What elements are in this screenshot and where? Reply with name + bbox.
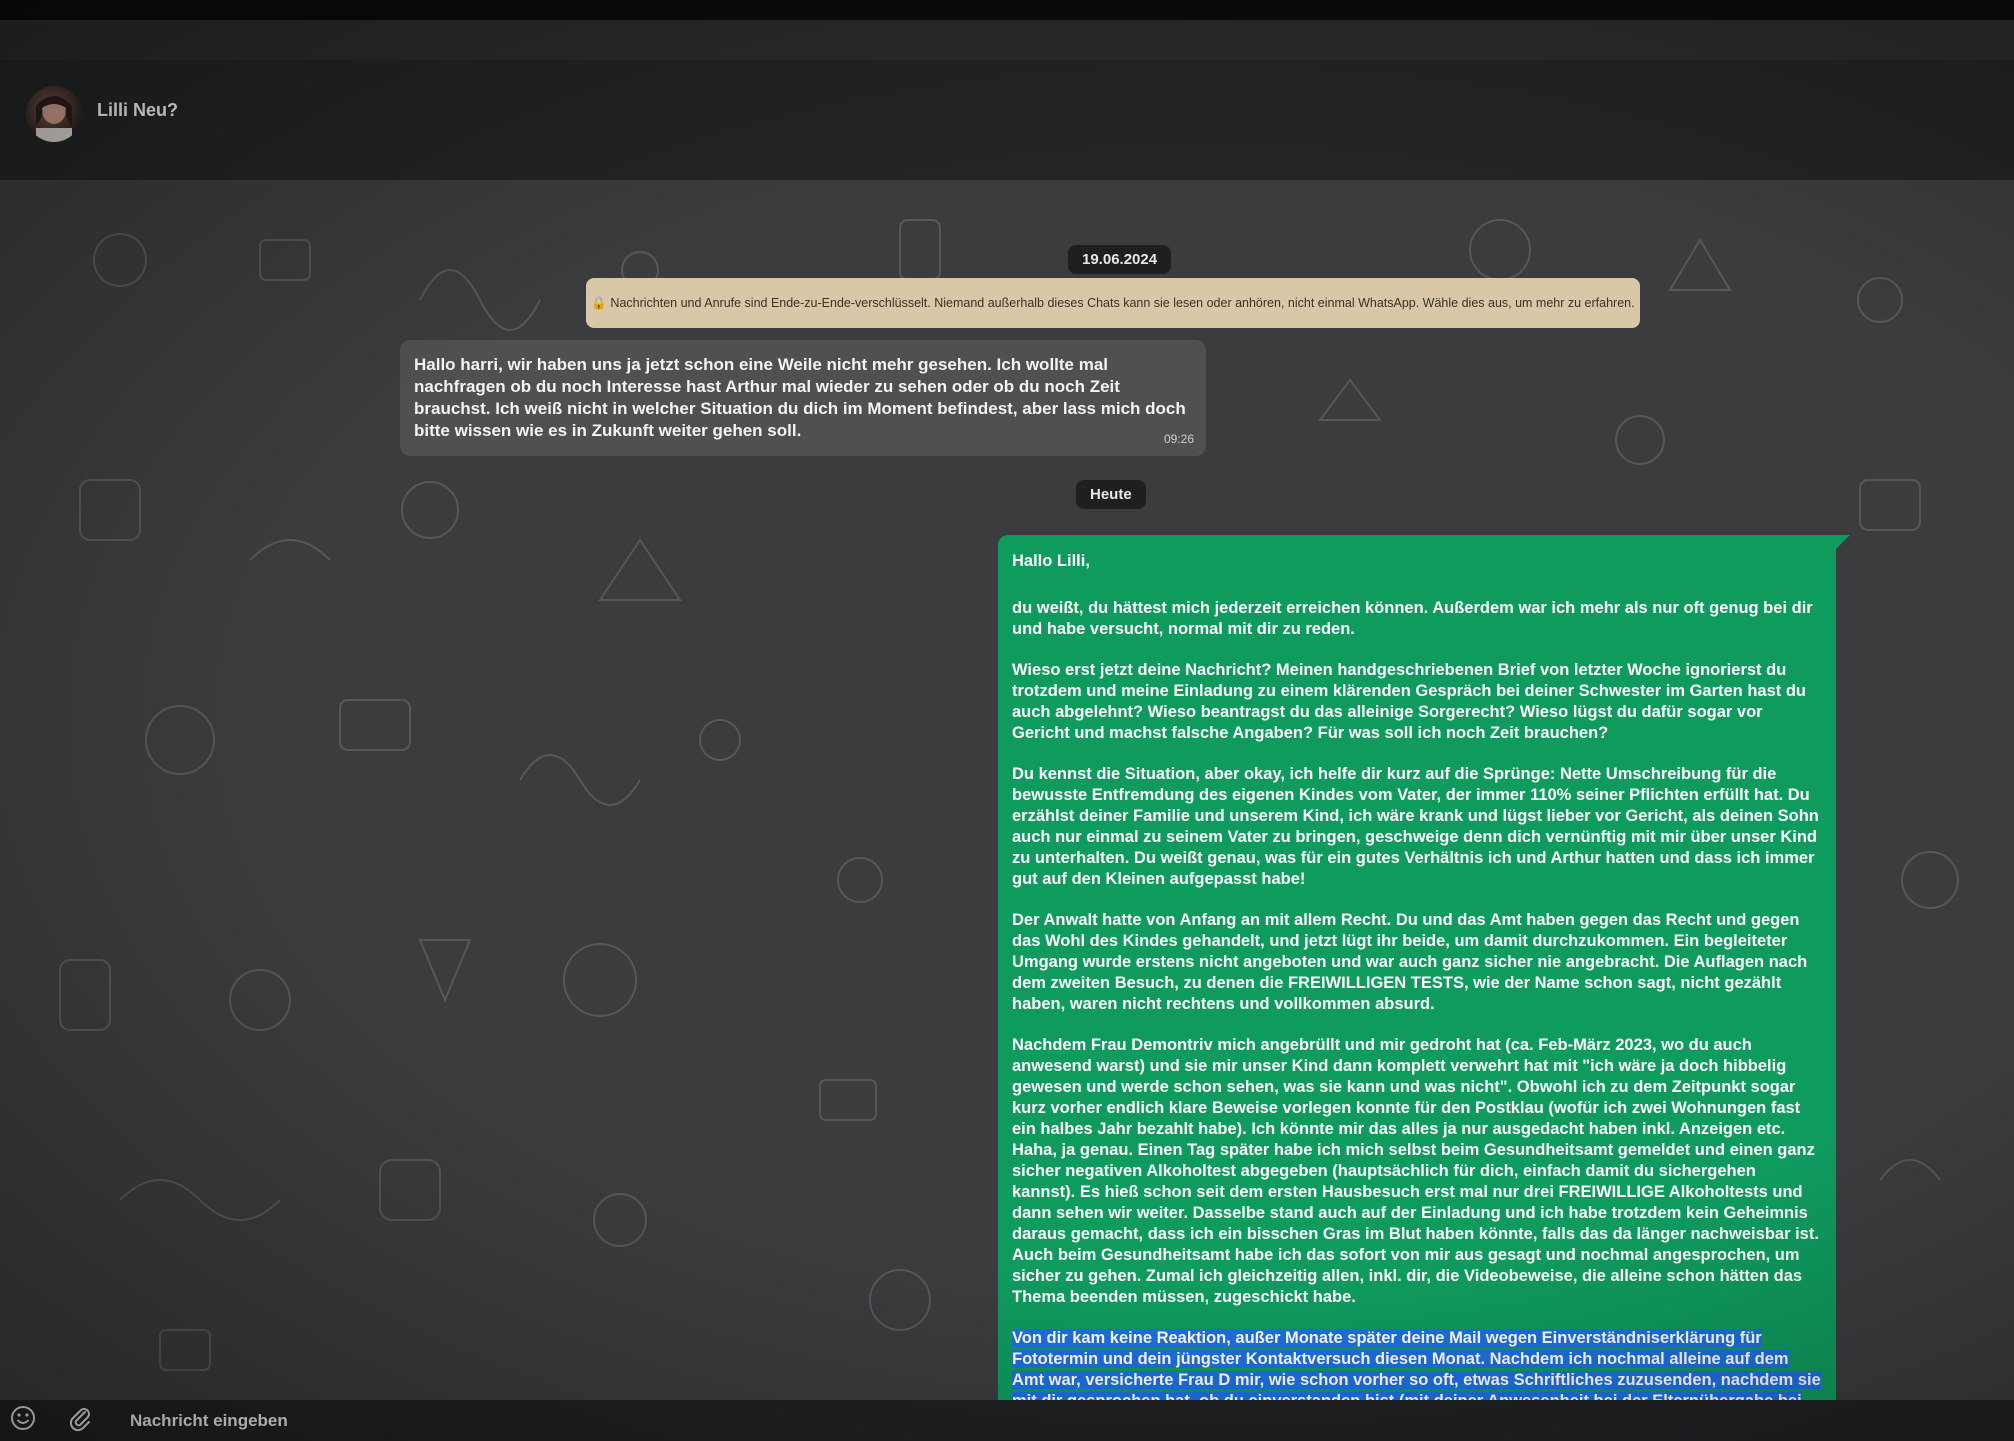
- outgoing-paragraph: Du kennst die Situation, aber okay, ich …: [1012, 765, 1819, 888]
- outgoing-paragraph: Wieso erst jetzt deine Nachricht? Meinen…: [1012, 661, 1807, 742]
- encryption-notice[interactable]: 🔒 Nachrichten und Anrufe sind Ende-zu-En…: [586, 278, 1640, 328]
- avatar-photo: [36, 96, 72, 142]
- outgoing-paragraph: du weißt, du hättest mich jederzeit erre…: [1012, 599, 1813, 638]
- message-composer: [0, 1400, 2014, 1441]
- contact-avatar[interactable]: [26, 86, 82, 142]
- incoming-message-text: Hallo harri, wir haben uns ja jetzt scho…: [414, 355, 1186, 440]
- date-separator: 19.06.2024: [1068, 245, 1172, 274]
- contact-name[interactable]: Lilli Neu?: [97, 100, 178, 121]
- outgoing-paragraph: Der Anwalt hatte von Anfang an mit allem…: [1012, 911, 1808, 1013]
- paperclip-icon[interactable]: [66, 1404, 94, 1432]
- message-input[interactable]: Nachricht eingeben: [130, 1411, 288, 1431]
- message-timestamp: 09:26: [1163, 432, 1194, 446]
- outgoing-paragraph: Nachdem Frau Demontriv mich angebrüllt u…: [1012, 1036, 1819, 1306]
- incoming-message[interactable]: Hallo harri, wir haben uns ja jetzt scho…: [400, 340, 1206, 456]
- emoji-icon[interactable]: [9, 1404, 37, 1432]
- outgoing-message[interactable]: Hallo Lilli, du weißt, du hättest mich j…: [998, 535, 1836, 1430]
- date-separator-today: Heute: [1076, 480, 1146, 509]
- outgoing-greeting: Hallo Lilli,: [1012, 552, 1090, 570]
- chat-header: [0, 60, 2014, 180]
- outgoing-bubble-tail: [1836, 535, 1850, 549]
